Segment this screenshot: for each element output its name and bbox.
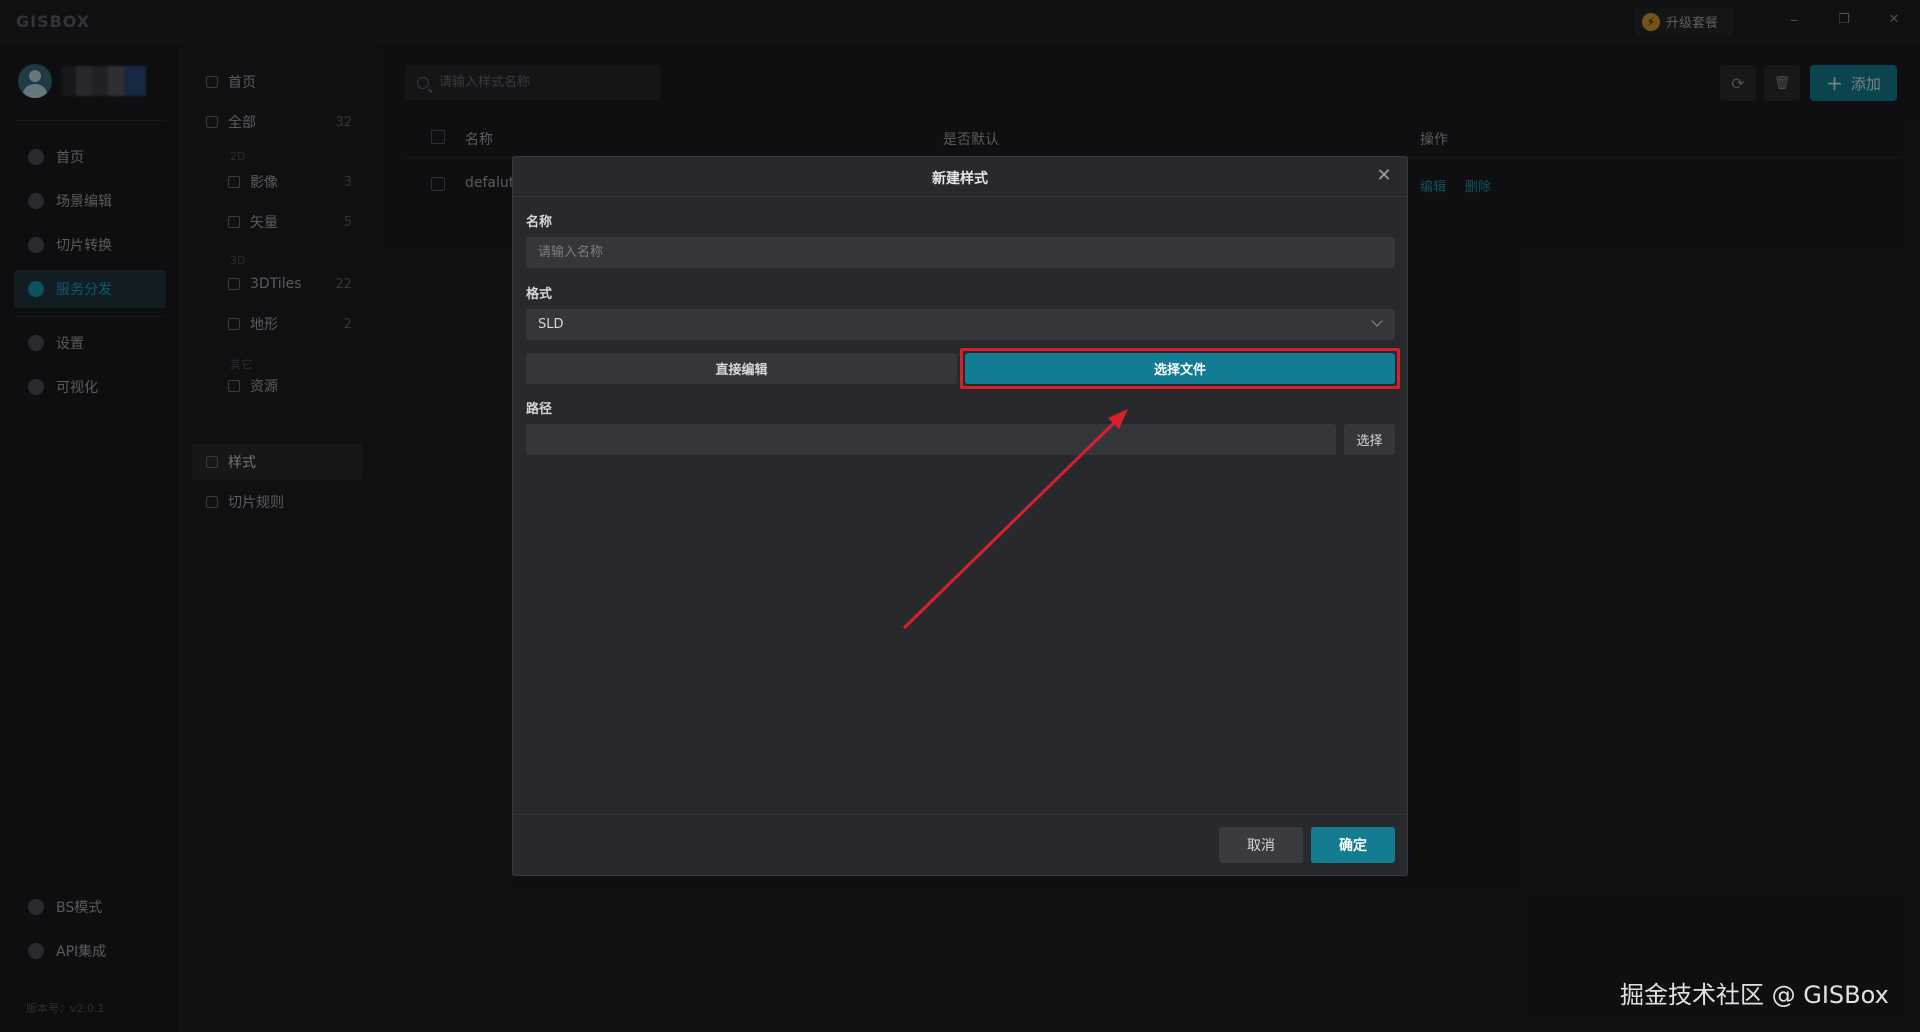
chevron-down-icon [1371, 315, 1383, 327]
close-icon[interactable]: ✕ [1373, 165, 1395, 187]
name-label: 名称 [526, 215, 553, 230]
dialog-footer: 取消 确定 [513, 814, 1407, 876]
name-input[interactable] [538, 245, 1395, 260]
watermark: 掘金技术社区 @ GISBox [1620, 981, 1889, 1009]
name-field[interactable] [526, 237, 1395, 268]
edit-directly-button[interactable]: 直接编辑 [526, 353, 957, 384]
format-label: 格式 [526, 287, 553, 302]
browse-path-button[interactable]: 选择 [1344, 424, 1395, 455]
confirm-button[interactable]: 确定 [1311, 827, 1395, 863]
cancel-button[interactable]: 取消 [1219, 827, 1303, 863]
dialog-header: 新建样式 ✕ [513, 157, 1407, 197]
path-label: 路径 [526, 402, 553, 417]
format-value: SLD [538, 317, 564, 332]
path-field[interactable] [526, 424, 1336, 455]
highlight-box [960, 348, 1400, 389]
new-style-dialog: 新建样式 ✕ 名称 格式 SLD 直接编辑 选择文件 路径 选择 取消 确定 [512, 156, 1408, 876]
path-input[interactable] [538, 432, 1336, 447]
dialog-title: 新建样式 [932, 171, 988, 187]
format-select[interactable]: SLD [526, 309, 1395, 340]
